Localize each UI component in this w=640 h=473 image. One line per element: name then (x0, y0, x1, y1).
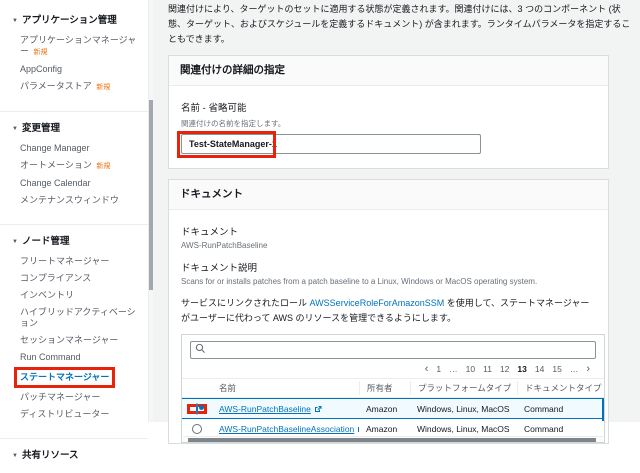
sidebar-item-automation[interactable]: オートメーション 新規 (20, 160, 140, 172)
sidebar-item-parameter-store[interactable]: パラメータストア 新規 (20, 81, 140, 93)
sidebar-item-state-manager[interactable]: ステートマネージャー (14, 367, 140, 388)
owner-cell: Amazon (366, 403, 398, 414)
document-label: ドキュメント (181, 227, 239, 238)
column-header-document-type[interactable]: ドキュメントタイプ (517, 381, 604, 395)
sidebar-item-compliance[interactable]: コンプライアンス (20, 273, 140, 284)
sidebar-item-maintenance-windows[interactable]: メンテナンスウィンドウ (20, 195, 140, 206)
sidebar-item-patch-manager[interactable]: パッチマネージャー (20, 392, 140, 403)
sidebar-item-distributor[interactable]: ディストリビューター (20, 409, 140, 420)
sidebar-item-appconfig[interactable]: AppConfig (20, 64, 140, 75)
pagination-prev-icon[interactable]: ‹ (425, 364, 429, 375)
sidebar-item-application-manager[interactable]: アプリケーションマネージャー 新規 (20, 35, 140, 58)
sidebar-section-title-application-management[interactable]: ▼ アプリケーション管理 (12, 12, 140, 26)
pagination-ellipsis: … (569, 364, 579, 374)
sidebar-section-shared-resources: ▼ 共有リソース (0, 438, 148, 473)
sidebar-section-title-change-management[interactable]: ▼ 変更管理 (12, 120, 140, 134)
sidebar-item-change-calendar[interactable]: Change Calendar (20, 178, 140, 189)
main-content: 関連付けにより、ターゲットのセットに適用する状態が定義されます。関連付けには、3… (153, 0, 640, 444)
annotation-box-state-manager: ステートマネージャー (14, 367, 116, 388)
service-role-link[interactable]: AWSServiceRoleForAmazonSSM (310, 298, 445, 308)
pagination-page-10[interactable]: 10 (466, 364, 475, 374)
association-name-input[interactable] (181, 134, 481, 154)
document-value: AWS-RunPatchBaseline (181, 241, 268, 250)
sidebar-item-inventory[interactable]: インベントリ (20, 290, 140, 301)
document-radio-unselected[interactable] (192, 423, 202, 434)
association-details-card: 関連付けの詳細の指定 名前 - 省略可能 関連付けの名前を指定します。 (168, 55, 609, 169)
table-row[interactable]: AWS-RunPatchBaseline Amazon Windows, Lin… (182, 398, 604, 419)
pagination-page-11[interactable]: 11 (483, 364, 492, 374)
section-collapse-icon: ▼ (12, 239, 18, 245)
pagination-page-12[interactable]: 12 (500, 364, 509, 374)
new-badge: 新規 (33, 49, 48, 56)
pagination: ‹ 1 … 10 11 12 13 14 15 … › (182, 359, 604, 378)
external-link-icon[interactable] (314, 405, 322, 413)
section-collapse-icon: ▼ (12, 126, 18, 132)
service-role-text: サービスにリンクされたロール AWSServiceRoleForAmazonSS… (181, 298, 590, 323)
document-link[interactable]: AWS-RunPatchBaselineAssociation (219, 424, 354, 434)
sidebar-item-session-manager[interactable]: セッションマネージャー (20, 335, 140, 346)
search-icon (195, 343, 206, 354)
intro-text: 関連付けにより、ターゲットのセットに適用する状態が定義されます。関連付けには、3… (168, 4, 631, 44)
owner-cell: Amazon (366, 423, 398, 434)
pagination-ellipsis: … (449, 364, 458, 374)
new-badge: 新規 (96, 84, 111, 91)
section-collapse-icon: ▼ (12, 453, 18, 459)
sidebar-item-hybrid-activations[interactable]: ハイブリッドアクティベーション (20, 307, 140, 329)
section-collapse-icon: ▼ (12, 18, 18, 24)
name-field-label: 名前 - 省略可能 (181, 103, 247, 114)
annotation-box-selected-radio (187, 402, 207, 415)
table-horizontal-scrollbar-track (183, 436, 603, 442)
column-header-name[interactable]: 名前 (212, 382, 359, 394)
document-card-title: ドキュメント (169, 180, 608, 210)
pagination-page-1[interactable]: 1 (436, 364, 441, 374)
platform-cell: Windows, Linux, MacOS (417, 403, 510, 414)
document-link[interactable]: AWS-RunPatchBaseline (219, 404, 311, 414)
sidebar-section-application-management: ▼ アプリケーション管理 アプリケーションマネージャー 新規 AppConfig … (0, 4, 148, 111)
sidebar-item-change-manager[interactable]: Change Manager (20, 143, 140, 154)
sidebar-item-fleet-manager[interactable]: フリートマネージャー (20, 256, 140, 267)
document-description-value: Scans for or installs patches from a pat… (181, 277, 538, 286)
pagination-next-icon[interactable]: › (586, 364, 590, 375)
doctype-cell: Command (524, 403, 564, 414)
selected-row-right-border (602, 398, 604, 421)
document-radio-selected[interactable] (196, 402, 198, 415)
table-header-row: 名前 所有者 プラットフォームタイプ ドキュメントタイプ (182, 378, 604, 398)
sidebar-section-node-management: ▼ ノード管理 フリートマネージャー コンプライアンス インベントリ ハイブリッド… (0, 224, 148, 438)
sidebar-nav: ▼ アプリケーション管理 アプリケーションマネージャー 新規 AppConfig … (0, 0, 148, 461)
column-header-owner[interactable]: 所有者 (359, 381, 410, 395)
pagination-page-15[interactable]: 15 (552, 364, 561, 374)
doctype-cell: Command (524, 423, 564, 434)
association-details-card-title: 関連付けの詳細の指定 (169, 56, 608, 86)
document-table-container: ‹ 1 … 10 11 12 13 14 15 … › 名前 所有者 プラットフ (181, 334, 605, 443)
document-description-label: ドキュメント説明 (181, 263, 258, 274)
sidebar-section-title-node-management[interactable]: ▼ ノード管理 (12, 233, 140, 247)
pagination-page-13-current[interactable]: 13 (517, 364, 526, 374)
sidebar-section-change-management: ▼ 変更管理 Change Manager オートメーション 新規 Change … (0, 111, 148, 224)
sidebar-section-title-shared-resources[interactable]: ▼ 共有リソース (12, 447, 140, 461)
sidebar-item-run-command[interactable]: Run Command (20, 352, 140, 363)
document-search-input[interactable] (190, 341, 596, 359)
table-horizontal-scrollbar-thumb[interactable] (188, 438, 596, 442)
column-header-platform-type[interactable]: プラットフォームタイプ (410, 381, 517, 395)
name-field-help: 関連付けの名前を指定します。 (181, 119, 286, 128)
platform-cell: Windows, Linux, MacOS (417, 423, 510, 434)
document-card: ドキュメント ドキュメント AWS-RunPatchBaseline ドキュメン… (168, 179, 609, 444)
new-badge: 新規 (96, 163, 111, 170)
pagination-page-14[interactable]: 14 (535, 364, 544, 374)
